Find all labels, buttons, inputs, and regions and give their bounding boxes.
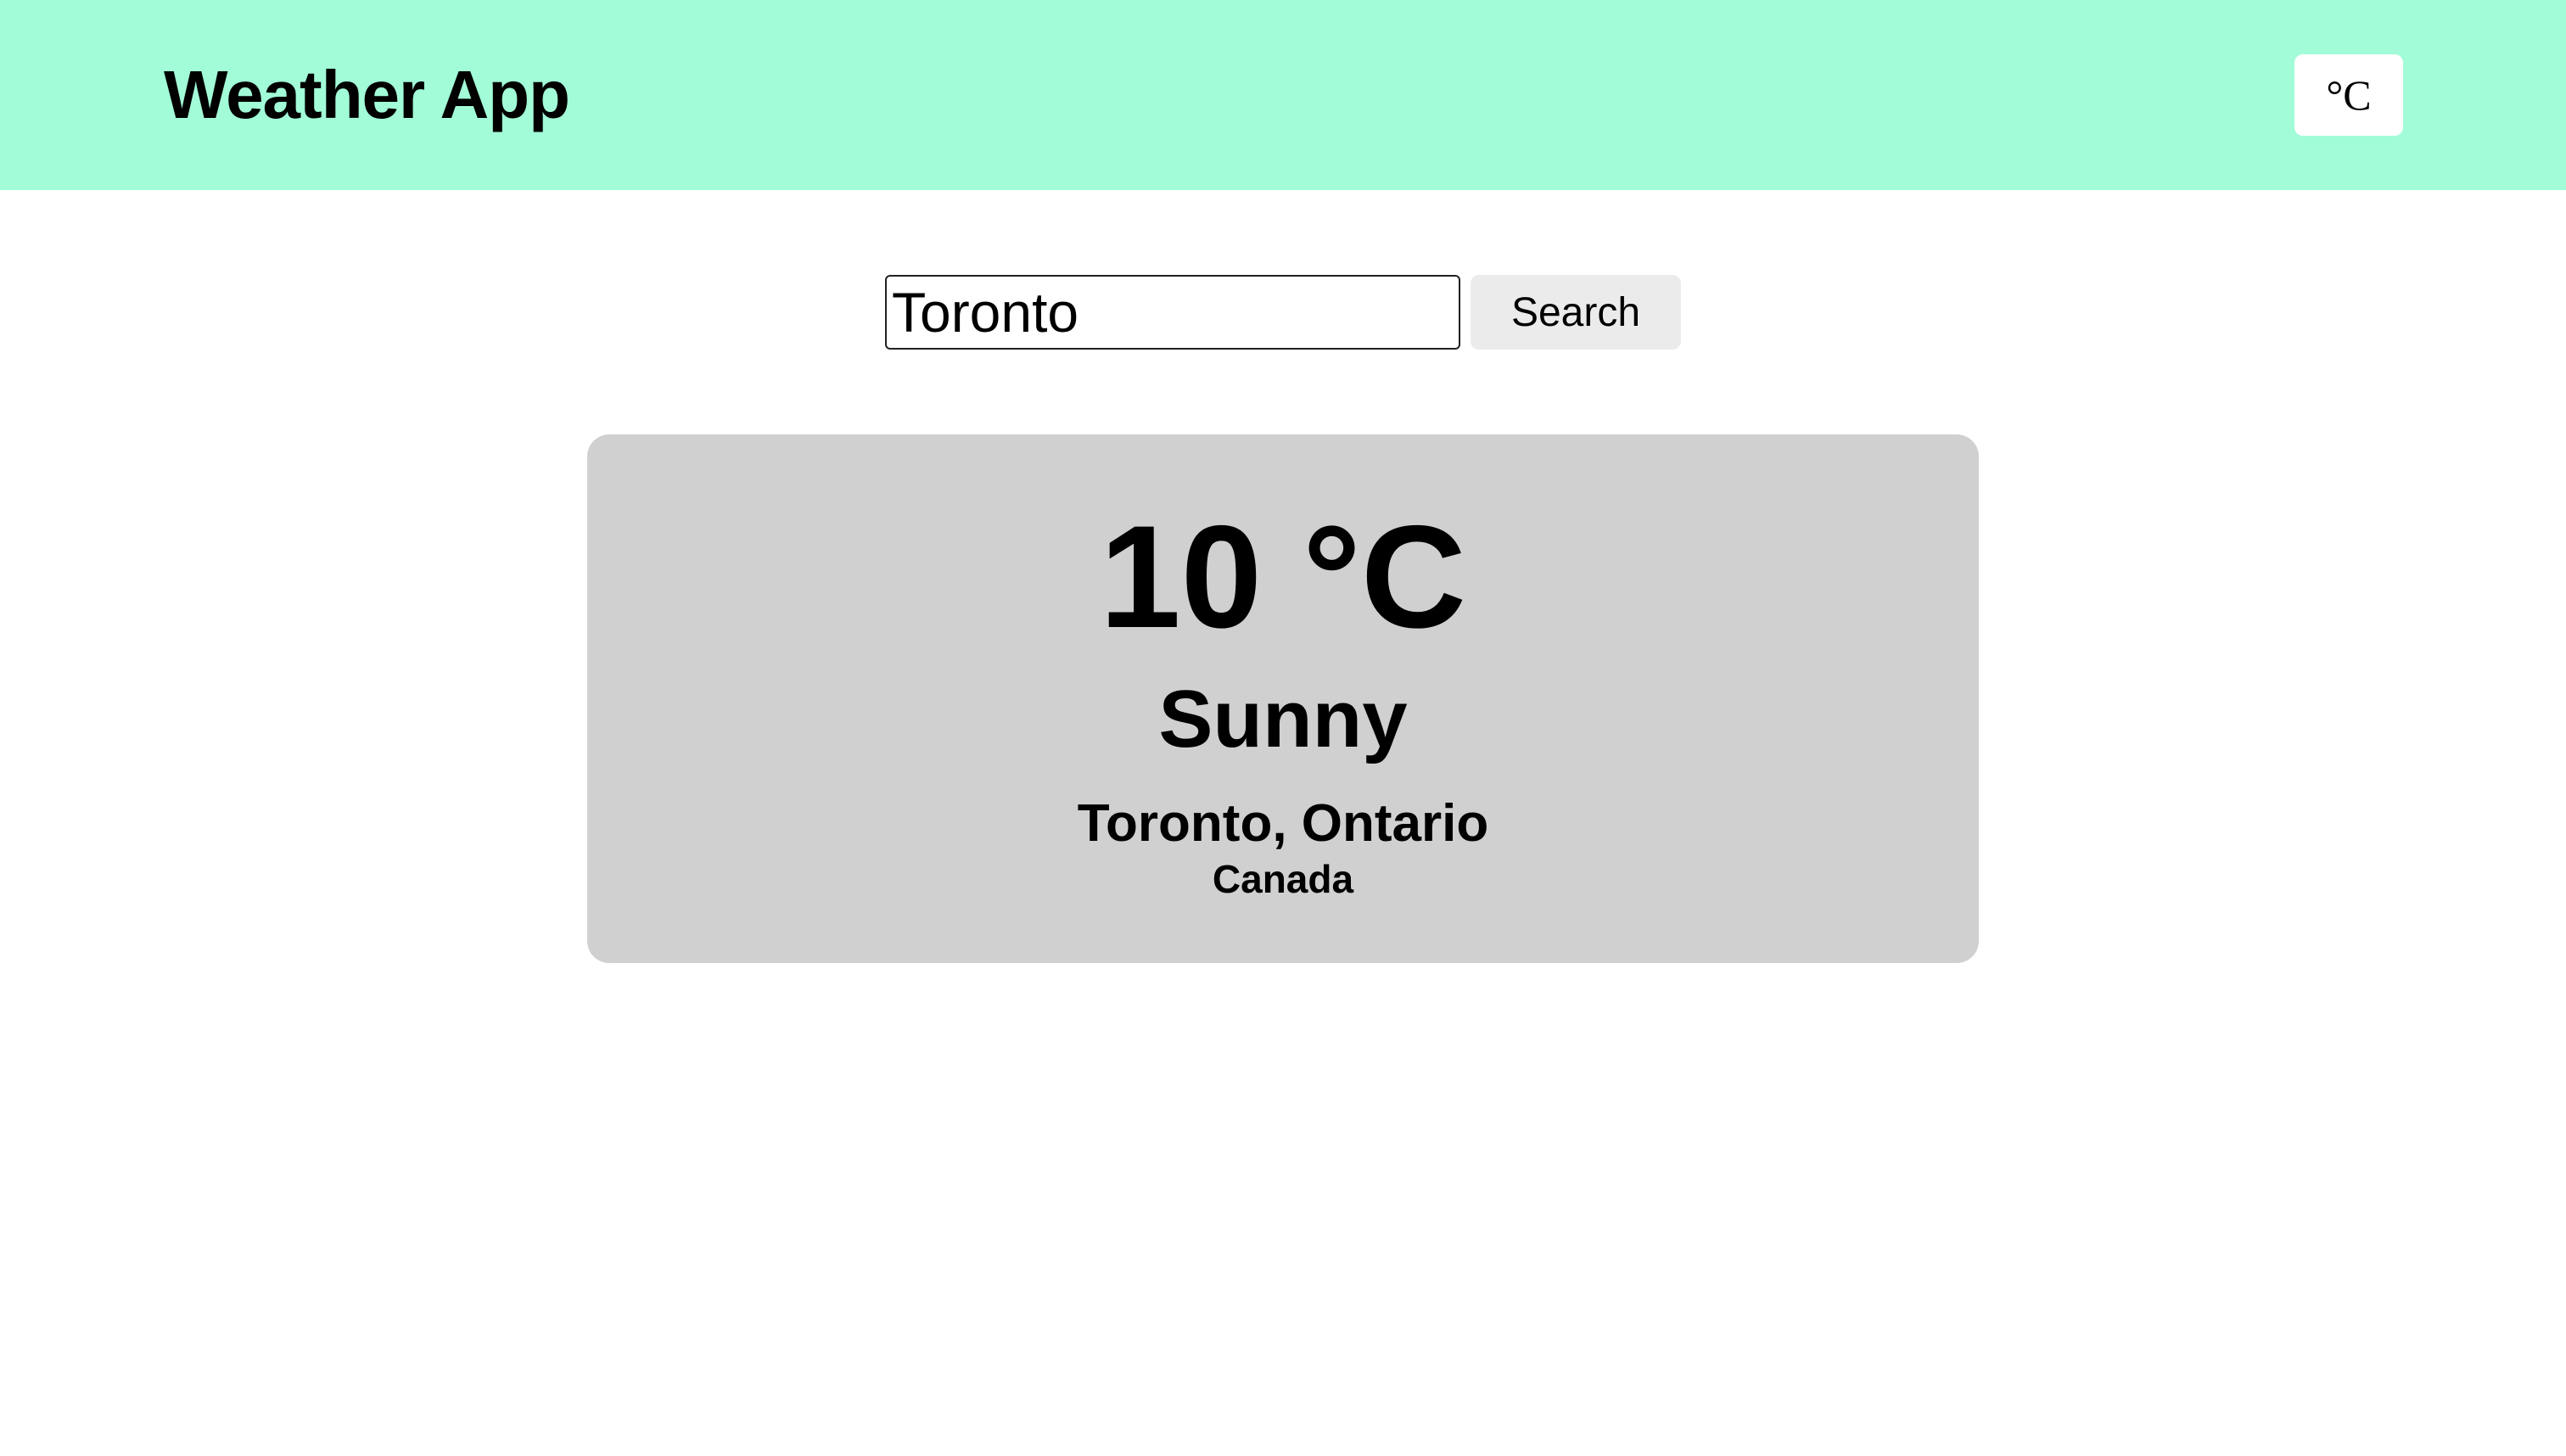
app-title: Weather App xyxy=(164,57,570,132)
unit-toggle-button[interactable]: °C xyxy=(2294,54,2403,136)
weather-condition: Sunny xyxy=(1158,674,1408,764)
location-country: Canada xyxy=(1212,857,1354,901)
weather-card: 10 °C Sunny Toronto, Ontario Canada xyxy=(587,434,1979,963)
temperature-display: 10 °C xyxy=(1099,496,1467,658)
location-city-region: Toronto, Ontario xyxy=(1077,794,1489,853)
search-button[interactable]: Search xyxy=(1471,275,1681,350)
city-search-input[interactable] xyxy=(885,275,1460,350)
app-header: Weather App °C xyxy=(0,0,2566,190)
